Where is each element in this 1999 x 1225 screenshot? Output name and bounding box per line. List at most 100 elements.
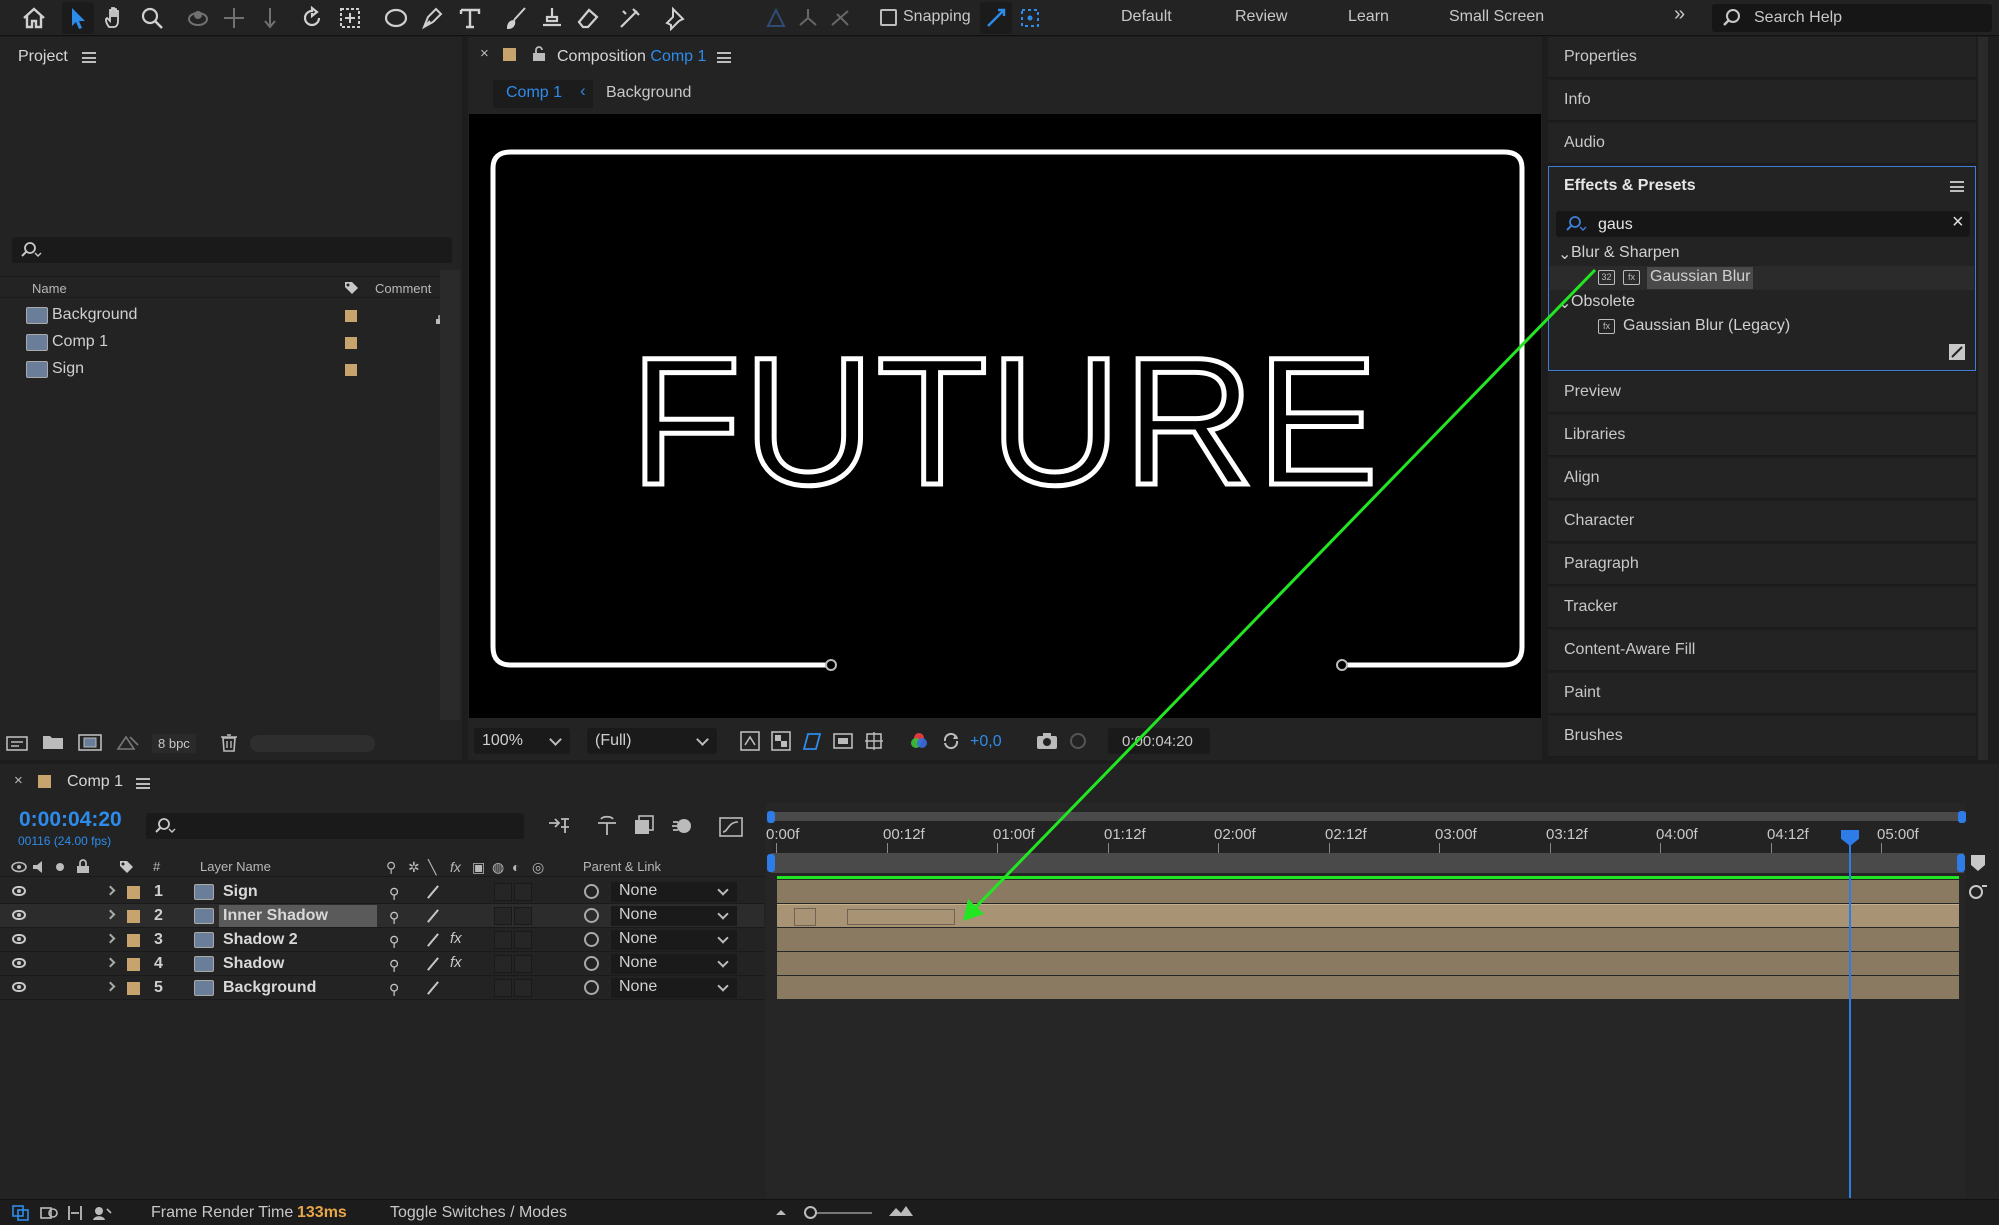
in-out-columns-icon[interactable] [66, 1205, 84, 1221]
effect-switch-icon[interactable]: fx [450, 954, 462, 971]
toggle-switches-modes[interactable]: Toggle Switches / Modes [390, 1204, 567, 1222]
layer-bar[interactable] [777, 928, 1959, 951]
quality-switch-icon[interactable] [427, 957, 439, 971]
region-of-interest-icon[interactable] [833, 731, 853, 751]
layer-name[interactable]: Shadow [223, 955, 284, 973]
draft-3d-icon[interactable] [595, 815, 619, 837]
fast-preview-icon[interactable] [740, 731, 760, 751]
panel-paragraph[interactable]: Paragraph [1548, 544, 1976, 585]
effect-gaussian-blur[interactable]: Gaussian Blur [1650, 268, 1751, 286]
transfer-controls-icon[interactable] [40, 1205, 58, 1221]
parent-dropdown[interactable]: None [611, 978, 737, 998]
label-color-swatch[interactable] [345, 310, 357, 322]
switch-shy-icon[interactable]: ⚲ [386, 859, 396, 876]
switch-3d-icon[interactable]: ◎ [532, 859, 544, 876]
switch-box[interactable] [514, 931, 532, 949]
col-parent-link[interactable]: Parent & Link [583, 859, 661, 874]
comp-button-icon[interactable] [1966, 882, 1988, 902]
layer-row[interactable]: 3 Shadow 2 ⚲ fx None [0, 928, 764, 952]
interpret-footage-icon[interactable] [6, 734, 30, 752]
label-color-swatch[interactable] [345, 364, 357, 376]
group-chevron-icon[interactable]: ⌄ [1558, 293, 1571, 313]
bit-depth-button[interactable]: 8 bpc [152, 734, 196, 753]
switch-collapse-icon[interactable]: ✲ [408, 859, 420, 876]
switch-box[interactable] [494, 979, 512, 997]
panel-properties[interactable]: Properties [1548, 37, 1976, 78]
zoom-dropdown[interactable]: 100% [474, 728, 570, 754]
switch-motion-blur-icon[interactable]: ◍ [492, 859, 504, 876]
solo-dot-icon[interactable] [56, 863, 64, 871]
shy-switch-icon[interactable]: ⚲ [389, 933, 399, 950]
workspace-small-screen[interactable]: Small Screen [1449, 8, 1544, 26]
project-menu-icon[interactable] [82, 52, 96, 63]
expand-chevron-icon[interactable] [105, 981, 116, 992]
color-channels-icon[interactable] [909, 731, 929, 751]
panel-info[interactable]: Info [1548, 80, 1976, 121]
layer-name[interactable]: Background [223, 979, 316, 997]
layer-label-swatch[interactable] [127, 982, 140, 995]
layer-bar[interactable] [777, 976, 1959, 999]
panel-paint[interactable]: Paint [1548, 673, 1976, 714]
timeline-timecode[interactable]: 0:00:04:20 [19, 808, 122, 832]
breadcrumb-layer[interactable]: Background [606, 84, 691, 102]
switch-box[interactable] [494, 883, 512, 901]
quality-switch-icon[interactable] [427, 909, 439, 923]
pick-whip-icon[interactable] [584, 956, 599, 971]
rotate-tool-icon[interactable] [296, 2, 328, 34]
timeline-tab-name[interactable]: Comp 1 [67, 773, 123, 791]
switch-box[interactable] [494, 955, 512, 973]
work-area-start-handle[interactable] [767, 811, 775, 823]
home-icon[interactable] [18, 2, 50, 34]
effects-menu-icon[interactable] [1950, 181, 1964, 192]
expand-chevron-icon[interactable] [105, 957, 116, 968]
effects-group-blur-sharpen[interactable]: Blur & Sharpen [1571, 244, 1680, 262]
panel-brushes[interactable]: Brushes [1548, 716, 1976, 757]
pick-whip-icon[interactable] [584, 884, 599, 899]
graph-editor-icon[interactable] [718, 814, 744, 838]
panel-character[interactable]: Character [1548, 501, 1976, 542]
panel-content-aware-fill[interactable]: Content-Aware Fill [1548, 630, 1976, 671]
label-color-swatch[interactable] [345, 337, 357, 349]
resolution-dropdown[interactable]: (Full) [587, 728, 717, 754]
col-name[interactable]: Name [32, 281, 67, 296]
shy-switch-icon[interactable]: ⚲ [389, 957, 399, 974]
pick-whip-icon[interactable] [584, 908, 599, 923]
shy-switch-icon[interactable]: ⚲ [389, 885, 399, 902]
panel-preview[interactable]: Preview [1548, 372, 1976, 413]
trash-icon[interactable] [220, 733, 238, 752]
shy-switch-icon[interactable]: ⚲ [389, 981, 399, 998]
col-layer-name[interactable]: Layer Name [200, 859, 271, 874]
effects-group-obsolete[interactable]: Obsolete [1571, 293, 1635, 311]
selection-tool-icon[interactable] [62, 2, 94, 34]
switch-box[interactable] [514, 955, 532, 973]
panel-tracker[interactable]: Tracker [1548, 587, 1976, 628]
layer-bar[interactable] [777, 952, 1959, 975]
breadcrumb-comp[interactable]: Comp 1 [506, 84, 562, 102]
clone-stamp-icon[interactable] [536, 2, 568, 34]
quality-switch-icon[interactable] [427, 885, 439, 899]
snap-edges-icon[interactable] [980, 2, 1012, 34]
pick-whip-icon[interactable] [584, 932, 599, 947]
dolly-camera-icon[interactable] [254, 2, 286, 34]
new-folder-icon[interactable] [42, 733, 64, 751]
switch-quality-icon[interactable]: ╲ [428, 859, 436, 876]
visibility-eye-icon[interactable] [12, 934, 26, 944]
layer-label-swatch[interactable] [127, 910, 140, 923]
panel-libraries[interactable]: Libraries [1548, 415, 1976, 456]
panel-audio[interactable]: Audio [1548, 123, 1976, 164]
composition-flowchart-icon[interactable] [547, 815, 571, 837]
frame-blending-icon[interactable] [632, 814, 656, 838]
visibility-eye-icon[interactable] [12, 910, 26, 920]
panel-align[interactable]: Align [1548, 458, 1976, 499]
snap-features-icon[interactable] [1014, 2, 1046, 34]
new-composition-icon[interactable] [78, 733, 102, 751]
label-tag-icon[interactable] [118, 859, 134, 875]
new-preset-icon[interactable] [1948, 343, 1966, 361]
grid-guides-icon[interactable] [864, 731, 884, 751]
axis-world-icon[interactable] [792, 2, 824, 34]
comp-marker-bin-icon[interactable] [1969, 853, 1987, 873]
effect-gaussian-blur-legacy[interactable]: Gaussian Blur (Legacy) [1623, 317, 1790, 335]
pen-tool-icon[interactable] [416, 2, 448, 34]
switch-box[interactable] [514, 979, 532, 997]
show-snapshot-icon[interactable] [1068, 731, 1088, 751]
